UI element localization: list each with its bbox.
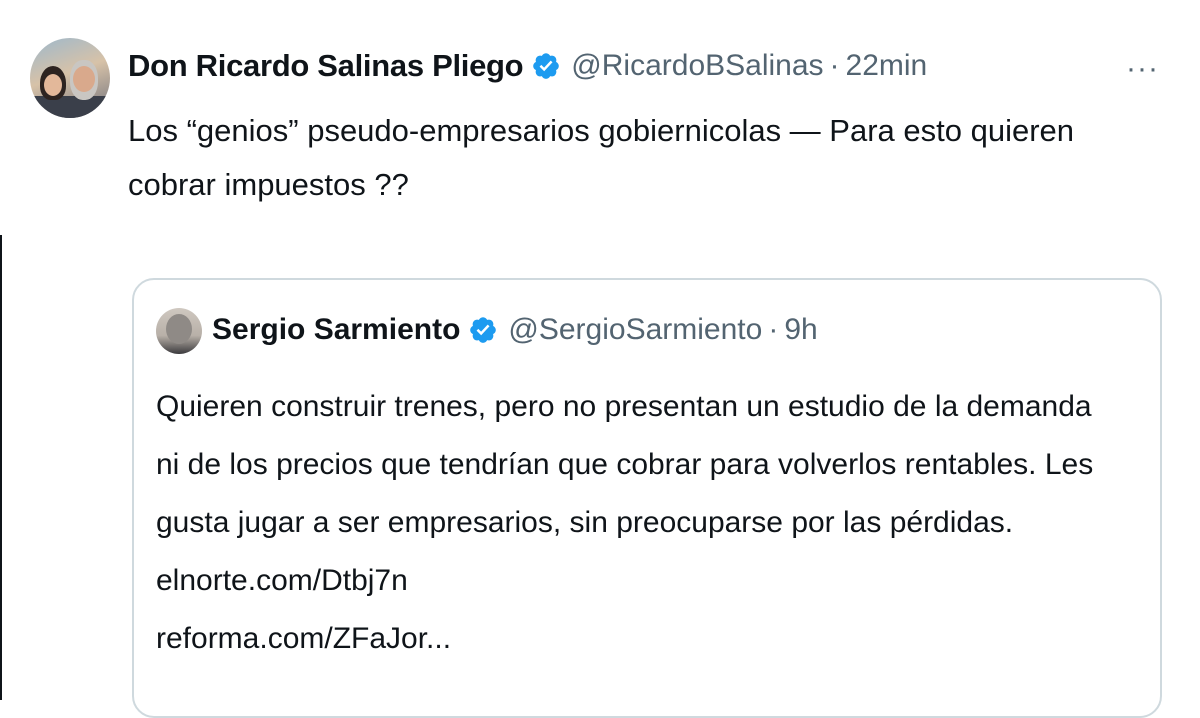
- quoted-author-handle[interactable]: @SergioSarmiento: [508, 313, 762, 347]
- separator-dot: ·: [829, 49, 840, 82]
- separator-dot: ·: [768, 313, 779, 346]
- tweet-text-line: cobrar impuestos ??: [128, 167, 409, 202]
- quoted-text-line: gusta jugar a ser empresarios, sin preoc…: [156, 506, 1014, 539]
- verified-badge-icon: [531, 51, 561, 81]
- link-reforma[interactable]: reforma.com/ZFaJor...: [156, 610, 1136, 668]
- tweet-text: Los “genios” pseudo-empresarios gobierni…: [128, 104, 1128, 212]
- tweet-header: Don Ricardo Salinas Pliego @RicardoBSali…: [128, 44, 927, 88]
- more-options-icon[interactable]: ···: [1126, 52, 1159, 86]
- tweet: Don Ricardo Salinas Pliego @RicardoBSali…: [0, 0, 1200, 718]
- quoted-avatar[interactable]: [156, 308, 202, 354]
- quoted-tweet-timestamp[interactable]: 9h: [784, 313, 817, 347]
- tweet-text-line: Los “genios” pseudo-empresarios gobierni…: [128, 113, 1075, 148]
- author-display-name[interactable]: Don Ricardo Salinas Pliego: [128, 48, 524, 84]
- quoted-author-display-name[interactable]: Sergio Sarmiento: [212, 313, 460, 347]
- verified-badge-icon: [468, 315, 498, 345]
- quoted-text-line: Quieren construir trenes, pero no presen…: [156, 390, 1092, 423]
- author-handle[interactable]: @RicardoBSalinas: [571, 49, 823, 83]
- quoted-text-line: ni de los precios que tendrían que cobra…: [156, 448, 1094, 481]
- quoted-tweet-text: Quieren construir trenes, pero no presen…: [156, 378, 1136, 668]
- avatar[interactable]: [30, 38, 110, 118]
- quoted-tweet[interactable]: Sergio Sarmiento @SergioSarmiento · 9h Q…: [132, 278, 1162, 718]
- quoted-tweet-header: Sergio Sarmiento @SergioSarmiento · 9h: [212, 306, 818, 354]
- link-elnorte[interactable]: elnorte.com/Dtbj7n: [156, 552, 1136, 610]
- tweet-timestamp[interactable]: 22min: [846, 49, 928, 83]
